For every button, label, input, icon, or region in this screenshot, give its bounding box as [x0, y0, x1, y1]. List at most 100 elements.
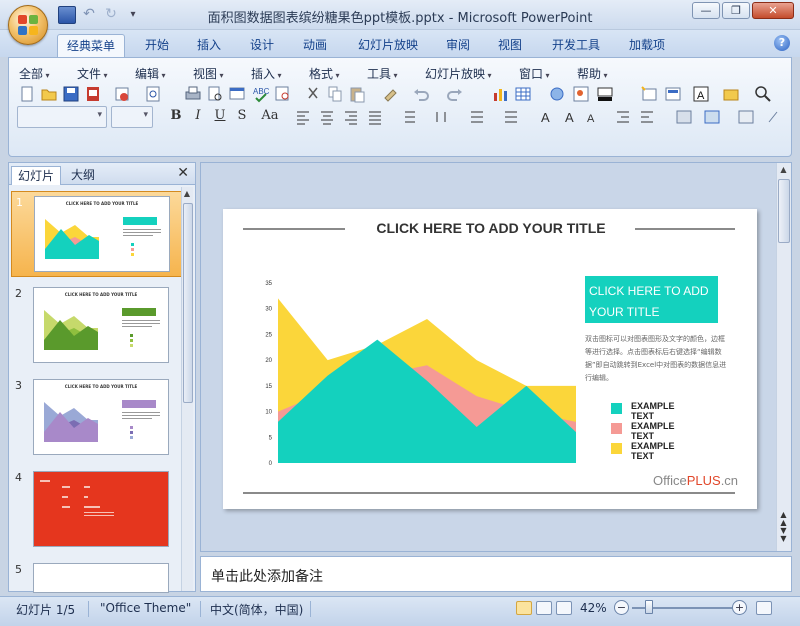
menu-edit[interactable]: 编辑	[135, 65, 166, 82]
tab-animation[interactable]: 动画	[294, 34, 336, 57]
picture-icon[interactable]	[571, 84, 591, 104]
change-case-button[interactable]: Aa	[257, 108, 283, 126]
italic-button[interactable]: I	[189, 108, 207, 126]
language-indicator[interactable]: 中文(简体，中国)	[210, 601, 303, 618]
slide-thumbnail-3[interactable]: 3 CLICK HERE TO ADD YOUR TITLE	[11, 375, 183, 461]
menu-tools[interactable]: 工具	[367, 65, 398, 82]
new-file-icon[interactable]	[17, 84, 37, 104]
menu-insert[interactable]: 插入	[251, 65, 282, 82]
copy-icon[interactable]	[325, 84, 345, 104]
menu-window[interactable]: 窗口	[519, 65, 550, 82]
notes-pane[interactable]: 单击此处添加备注	[200, 556, 792, 592]
office-button[interactable]	[8, 5, 48, 45]
svg-text:A: A	[565, 110, 574, 125]
next-slide-icon[interactable]: ▼ ▼	[777, 527, 790, 543]
description-text[interactable]: 双击图标可以对图表图形及文字的颜色，边框等进行选择。点击图表标后右键选择“编辑数…	[585, 333, 727, 385]
menu-all[interactable]: 全部	[19, 65, 50, 82]
open-folder-icon[interactable]	[39, 84, 59, 104]
spelling-icon[interactable]: ABC	[251, 84, 271, 104]
redo-toolbar-icon[interactable]	[445, 84, 465, 104]
tab-developer[interactable]: 开发工具	[543, 34, 609, 57]
email-icon[interactable]	[113, 84, 133, 104]
web-view-icon[interactable]	[227, 84, 247, 104]
zoom-level[interactable]: 42%	[580, 601, 607, 615]
current-slide[interactable]: 0 5 10 15 20 25 30 35 CLICK HERE TO ADD YOUR TI…	[223, 209, 757, 509]
paste-icon[interactable]	[347, 84, 367, 104]
help-icon[interactable]: ?	[774, 35, 790, 51]
menu-slideshow[interactable]: 幻灯片放映	[425, 65, 492, 82]
print-icon[interactable]	[183, 84, 203, 104]
attach-icon[interactable]	[143, 84, 163, 104]
scroll-up-icon[interactable]: ▲	[182, 189, 192, 198]
menu-view[interactable]: 视图	[193, 65, 224, 82]
tab-classic-menu[interactable]: 经典菜单	[57, 34, 125, 57]
format-painter-icon[interactable]	[381, 84, 401, 104]
slide-thumbnail-1[interactable]: 1 CLICK HERE TO ADD YOUR TITLE	[11, 191, 183, 277]
close-button[interactable]: ✕	[752, 2, 794, 19]
slide-number: 1	[16, 196, 23, 209]
zoom-out-button[interactable]: −	[614, 600, 629, 615]
minimize-button[interactable]: —	[692, 2, 720, 19]
font-size-combo[interactable]	[111, 106, 153, 128]
underline-button[interactable]: U	[211, 108, 229, 126]
area-chart[interactable]: 0 5 10 15 20 25 30 35	[265, 281, 576, 467]
paragraph-tools-icons[interactable]: A A A	[401, 108, 661, 126]
save-file-icon[interactable]	[61, 84, 81, 104]
slides-pane-scrollbar[interactable]: ▲	[181, 187, 193, 591]
scroll-up-icon[interactable]: ▲	[777, 165, 790, 174]
cut-icon[interactable]	[303, 84, 323, 104]
chart-icon[interactable]	[491, 84, 511, 104]
scrollbar-thumb[interactable]	[183, 203, 193, 403]
tab-slides[interactable]: 幻灯片	[11, 166, 62, 185]
theme-name[interactable]: "Office Theme"	[100, 601, 191, 615]
slide-thumbnail-2[interactable]: 2 CLICK HERE TO ADD YOUR TITLE	[11, 283, 183, 369]
layout-icon[interactable]	[663, 84, 683, 104]
zoom-in-button[interactable]: +	[732, 600, 747, 615]
drawing-tools-icons[interactable]	[673, 108, 783, 126]
menu-file[interactable]: 文件	[77, 65, 108, 82]
fit-to-window-icon[interactable]	[756, 601, 772, 615]
tab-outline[interactable]: 大纲	[65, 166, 101, 185]
font-name-combo[interactable]	[17, 106, 107, 128]
slide-thumbnail-4[interactable]: 4	[11, 467, 183, 553]
legend-item: EXAMPLE TEXT	[611, 421, 701, 441]
menu-help[interactable]: 帮助	[577, 65, 608, 82]
find-icon[interactable]	[753, 84, 773, 104]
y-tick-label: 35	[265, 281, 272, 287]
tab-slideshow[interactable]: 幻灯片放映	[350, 34, 426, 57]
editor-scrollbar[interactable]: ▲ ▲ ▲ ▼ ▼	[776, 163, 791, 551]
slide-title[interactable]: CLICK HERE TO ADD YOUR TITLE	[353, 220, 629, 236]
tab-view[interactable]: 视图	[489, 34, 531, 57]
table-icon[interactable]	[513, 84, 533, 104]
maximize-button[interactable]: ❐	[722, 2, 750, 19]
zoom-slider-handle[interactable]	[645, 600, 653, 614]
slide-number: 5	[15, 563, 22, 576]
close-pane-icon[interactable]: ✕	[177, 165, 189, 181]
notes-placeholder[interactable]: 单击此处添加备注	[211, 566, 323, 586]
tab-insert[interactable]: 插入	[188, 34, 230, 57]
print-preview-icon[interactable]	[205, 84, 225, 104]
shadow-button[interactable]: S	[233, 108, 251, 126]
slide-thumbnail-5[interactable]: 5	[11, 559, 183, 593]
title-box-text: CLICK HERE TO ADD YOUR TITLE	[589, 284, 709, 319]
normal-view-icon[interactable]	[516, 601, 532, 615]
bold-button[interactable]: B	[167, 108, 185, 126]
new-slide-icon[interactable]	[639, 84, 659, 104]
text-box-icon[interactable]: A	[691, 84, 711, 104]
clip-art-icon[interactable]	[547, 84, 567, 104]
scrollbar-thumb[interactable]	[778, 179, 790, 243]
alignment-icons[interactable]	[293, 108, 393, 126]
tab-addins[interactable]: 加载项	[620, 34, 674, 57]
slideshow-view-icon[interactable]	[556, 601, 572, 615]
tab-home[interactable]: 开始	[136, 34, 178, 57]
previous-slide-icon[interactable]: ▲ ▲	[777, 511, 790, 527]
tab-design[interactable]: 设计	[241, 34, 283, 57]
undo-toolbar-icon[interactable]	[411, 84, 431, 104]
menu-format[interactable]: 格式	[309, 65, 340, 82]
shapes-icon[interactable]	[721, 84, 741, 104]
research-icon[interactable]	[273, 84, 293, 104]
fill-color-icon[interactable]	[595, 84, 615, 104]
permission-icon[interactable]	[83, 84, 103, 104]
tab-review[interactable]: 审阅	[437, 34, 479, 57]
slide-sorter-view-icon[interactable]	[536, 601, 552, 615]
